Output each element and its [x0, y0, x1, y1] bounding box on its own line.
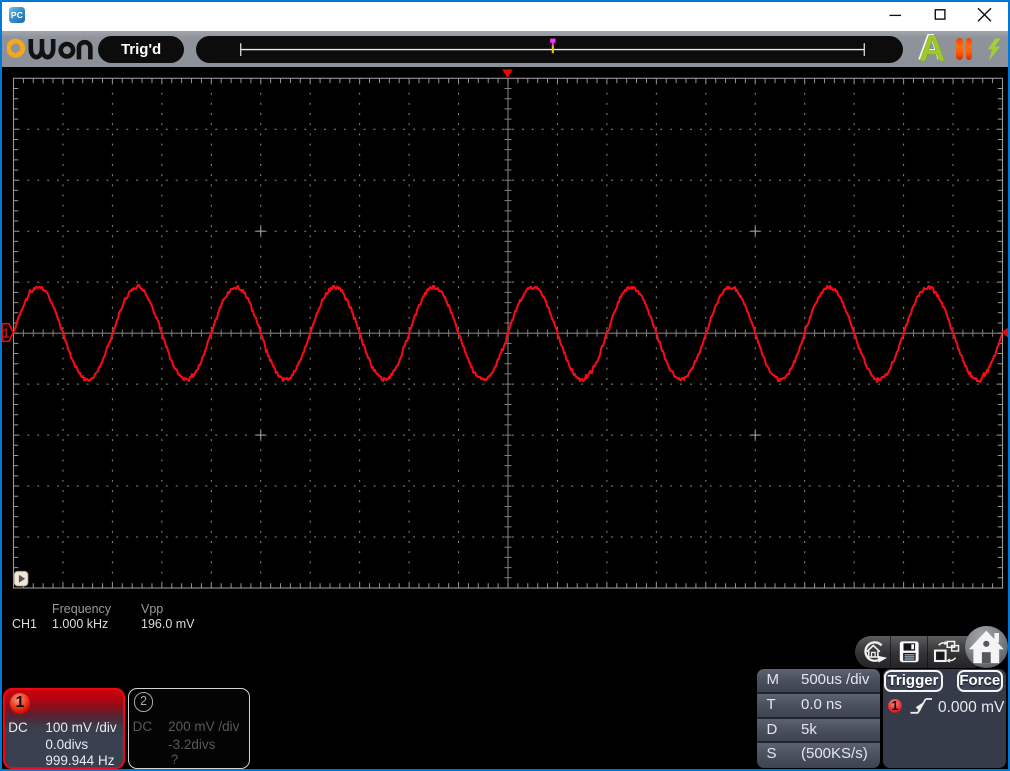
svg-text:A: A	[919, 32, 946, 66]
svg-text:1: 1	[3, 327, 10, 341]
